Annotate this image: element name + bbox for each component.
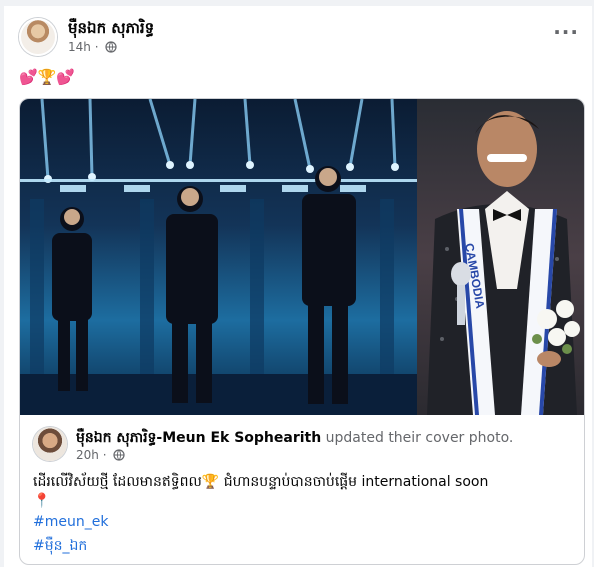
post-meta: 14h · (68, 40, 117, 56)
hashtag-meun-ek[interactable]: #meun_ek (33, 514, 108, 530)
stage-photo (20, 99, 417, 415)
author-avatar[interactable] (19, 18, 57, 56)
globe-icon (105, 41, 117, 56)
post-card: ម៉ឺនឯក សុភារិទ្ធ 14h · ··· 💕🏆💕 CAMBODIA … (4, 6, 592, 567)
winner-portrait: CAMBODIA (417, 99, 584, 415)
cover-photo[interactable]: CAMBODIA (20, 99, 584, 415)
shared-author-line: ម៉ឺនឯក សុភារិទ្ធ-Meun Ek Sophearith upda… (76, 428, 513, 449)
shared-author-name[interactable]: ម៉ឺនឯក សុភារិទ្ធ-Meun Ek Sophearith (76, 430, 321, 446)
shared-caption: ដើរលើវិស័យថ្មី ដែលមានឥទ្ធិពល🏆 ជំហានបន្ទា… (33, 474, 489, 490)
shared-post-meta: 20h · (76, 448, 125, 464)
post-header: ម៉ឺនឯក សុភារិទ្ធ 14h · ··· (19, 18, 579, 58)
more-options-icon[interactable]: ··· (553, 22, 579, 42)
author-name[interactable]: ម៉ឺនឯក សុភារិទ្ធ (68, 19, 154, 41)
globe-icon (113, 449, 125, 464)
stage-scene (20, 99, 417, 415)
shared-action-text: updated their cover photo. (325, 430, 514, 446)
shared-post-body: ម៉ឺនឯក សុភារិទ្ធ-Meun Ek Sophearith upda… (20, 415, 584, 564)
shared-author-avatar[interactable] (33, 427, 67, 461)
hashtag-meun-ek-khmer[interactable]: #ម៉ឺន_ឯក (33, 536, 87, 557)
post-text: 💕🏆💕 (19, 68, 76, 86)
shared-cover-photo-post[interactable]: CAMBODIA ម៉ឺនឯក សុភារិទ្ធ-Meun Ek Sophea… (19, 98, 585, 565)
winner-scene: CAMBODIA (427, 111, 580, 415)
post-time[interactable]: 14h (68, 40, 91, 54)
shared-post-time[interactable]: 20h (76, 448, 99, 462)
pin-icon: 📍 (33, 493, 51, 509)
